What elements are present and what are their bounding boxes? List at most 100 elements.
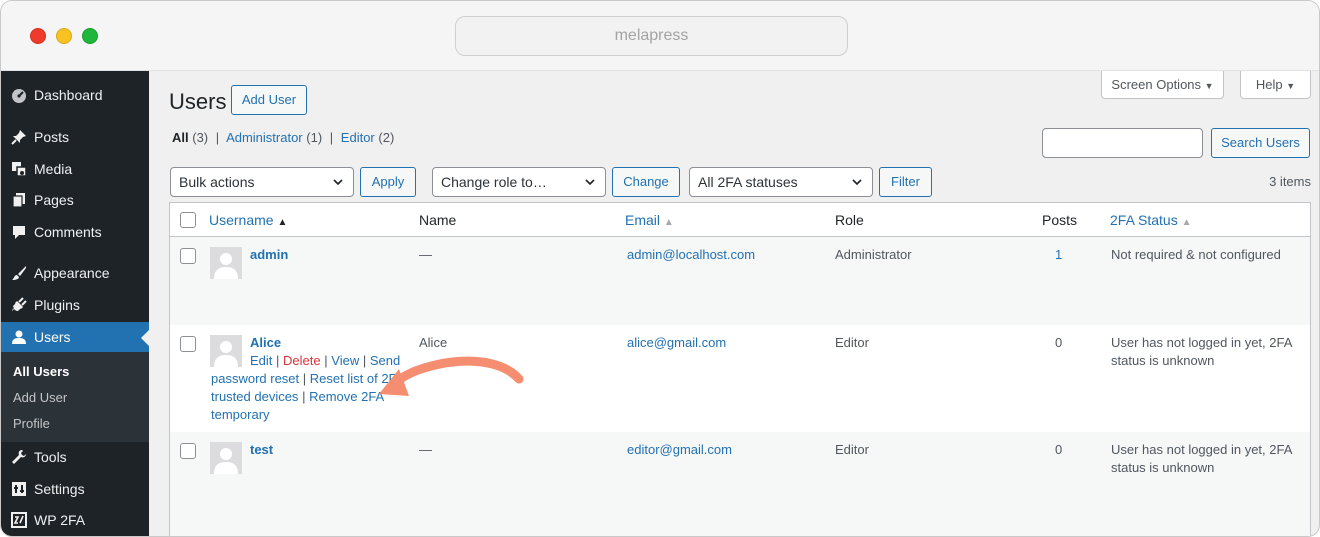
view-link[interactable]: View bbox=[331, 353, 359, 368]
chevron-down-icon bbox=[852, 179, 862, 186]
change-button[interactable]: Change bbox=[612, 167, 680, 197]
sidebar-item-tools[interactable]: Tools bbox=[1, 442, 149, 472]
avatar bbox=[210, 335, 242, 367]
sort-icon: ▲ bbox=[663, 217, 674, 228]
row-checkbox[interactable] bbox=[180, 248, 196, 264]
remove-2fa-temporary-link[interactable]: Remove 2FA bbox=[309, 389, 384, 404]
sidebar-item-label: Posts bbox=[34, 129, 70, 145]
submenu-all-users[interactable]: All Users bbox=[13, 364, 69, 379]
reset-trusted-devices-link[interactable]: Reset list of 2FA bbox=[310, 371, 405, 386]
posts-cell: 0 bbox=[1055, 335, 1063, 350]
add-user-button[interactable]: Add User bbox=[231, 85, 307, 115]
view-editor-count: (2) bbox=[378, 130, 395, 145]
remove-2fa-temporary-link[interactable]: temporary bbox=[211, 407, 270, 422]
view-divider: | bbox=[215, 130, 220, 145]
sidebar-item-label: WP 2FA bbox=[34, 512, 86, 528]
user-icon bbox=[12, 330, 26, 344]
change-role-select[interactable]: Change role to… bbox=[432, 167, 606, 197]
items-count: 3 items bbox=[1269, 174, 1311, 189]
maximize-window-button[interactable] bbox=[82, 28, 98, 44]
column-role: Role bbox=[835, 212, 864, 228]
users-table: Username ▲ Name Email ▲ Role Posts 2FA S… bbox=[169, 202, 1311, 536]
pages-icon bbox=[12, 193, 25, 208]
action-divider: | bbox=[302, 389, 306, 404]
sidebar-item-label: Tools bbox=[34, 449, 67, 465]
row-checkbox[interactable] bbox=[180, 443, 196, 459]
bulk-actions-value: Bulk actions bbox=[179, 174, 255, 190]
select-all-checkbox[interactable] bbox=[180, 212, 196, 228]
sort-icon: ▲ bbox=[277, 217, 288, 228]
2fa-status-cell: User has not logged in yet, 2FA bbox=[1111, 442, 1293, 457]
sidebar-item-posts[interactable]: Posts bbox=[1, 122, 149, 152]
sidebar-item-media[interactable]: Media bbox=[1, 154, 149, 184]
sidebar-item-settings[interactable]: Settings bbox=[1, 474, 149, 504]
username-link[interactable]: test bbox=[250, 442, 273, 457]
view-administrator[interactable]: Administrator bbox=[226, 130, 303, 145]
sidebar-item-label: Users bbox=[34, 329, 71, 345]
username-link[interactable]: admin bbox=[250, 247, 288, 262]
chevron-down-icon bbox=[585, 179, 595, 186]
admin-sidebar: Dashboard Posts Media Pages Comments App… bbox=[1, 71, 149, 536]
view-all[interactable]: All bbox=[172, 130, 189, 145]
sidebar-item-comments[interactable]: Comments bbox=[1, 217, 149, 247]
sidebar-item-label: Appearance bbox=[34, 265, 110, 281]
column-email-label: Email bbox=[625, 212, 661, 228]
avatar bbox=[210, 247, 242, 279]
column-2fa-status[interactable]: 2FA Status ▲ bbox=[1110, 212, 1192, 228]
2fa-status-cell: Not required & not configured bbox=[1111, 247, 1281, 262]
column-2fa-status-label: 2FA Status bbox=[1110, 212, 1178, 228]
sidebar-item-users[interactable]: Users bbox=[1, 322, 149, 352]
column-username-label: Username bbox=[209, 212, 274, 228]
sidebar-item-dashboard[interactable]: Dashboard bbox=[1, 80, 149, 110]
table-row: admin — admin@localhost.com Administrato… bbox=[170, 237, 1310, 325]
table-row: Alice Edit | Delete | View | Send passwo… bbox=[170, 325, 1310, 432]
wrench-icon bbox=[12, 450, 26, 464]
address-bar[interactable]: melapress bbox=[455, 16, 848, 56]
help-button[interactable]: Help ▼ bbox=[1240, 71, 1311, 99]
sidebar-item-label: Media bbox=[34, 161, 73, 177]
row-checkbox[interactable] bbox=[180, 336, 196, 352]
edit-link[interactable]: Edit bbox=[250, 353, 272, 368]
sidebar-item-wp-2fa[interactable]: WP 2FA bbox=[1, 505, 149, 535]
email-link[interactable]: editor@gmail.com bbox=[627, 442, 732, 457]
send-password-reset-link[interactable]: Send bbox=[370, 353, 400, 368]
2fa-status-cell: status is unknown bbox=[1111, 460, 1215, 475]
reset-trusted-devices-link[interactable]: trusted devices bbox=[211, 389, 298, 404]
sidebar-item-pages[interactable]: Pages bbox=[1, 185, 149, 215]
sidebar-item-plugins[interactable]: Plugins bbox=[1, 290, 149, 320]
users-submenu: All Users Add User Profile bbox=[1, 352, 149, 442]
row-actions: trusted devices | Remove 2FA bbox=[211, 389, 384, 404]
posts-cell: 0 bbox=[1055, 442, 1063, 457]
wp2fa-icon bbox=[11, 512, 27, 528]
user-role-filters: All (3) | Administrator (1) | Editor (2) bbox=[172, 130, 394, 145]
name-cell: Alice bbox=[419, 335, 448, 350]
view-editor[interactable]: Editor bbox=[341, 130, 375, 145]
bulk-actions-select[interactable]: Bulk actions bbox=[170, 167, 354, 197]
sidebar-item-appearance[interactable]: Appearance bbox=[1, 258, 149, 288]
column-email[interactable]: Email ▲ bbox=[625, 212, 674, 228]
email-link[interactable]: alice@gmail.com bbox=[627, 335, 726, 350]
action-divider: | bbox=[276, 353, 280, 368]
username-link[interactable]: Alice bbox=[250, 335, 281, 350]
send-password-reset-link[interactable]: password reset bbox=[211, 371, 299, 386]
sidebar-item-label: Comments bbox=[34, 224, 102, 240]
minimize-window-button[interactable] bbox=[56, 28, 72, 44]
dashboard-icon bbox=[12, 89, 26, 103]
delete-link[interactable]: Delete bbox=[283, 353, 321, 368]
close-window-button[interactable] bbox=[30, 28, 46, 44]
action-divider: | bbox=[302, 371, 307, 386]
email-link[interactable]: admin@localhost.com bbox=[627, 247, 755, 262]
screen-options-button[interactable]: Screen Options ▼ bbox=[1101, 71, 1224, 99]
filter-button[interactable]: Filter bbox=[879, 167, 932, 197]
column-username[interactable]: Username ▲ bbox=[209, 212, 287, 228]
search-input[interactable] bbox=[1042, 128, 1203, 158]
search-users-button[interactable]: Search Users bbox=[1211, 128, 1310, 158]
submenu-add-user[interactable]: Add User bbox=[13, 390, 67, 405]
sort-icon: ▲ bbox=[1181, 217, 1192, 228]
2fa-status-select[interactable]: All 2FA statuses bbox=[689, 167, 873, 197]
name-cell: — bbox=[419, 442, 432, 457]
apply-button[interactable]: Apply bbox=[360, 167, 416, 197]
submenu-profile[interactable]: Profile bbox=[13, 416, 50, 431]
posts-link[interactable]: 1 bbox=[1055, 247, 1062, 262]
sidebar-item-label: Settings bbox=[34, 481, 85, 497]
